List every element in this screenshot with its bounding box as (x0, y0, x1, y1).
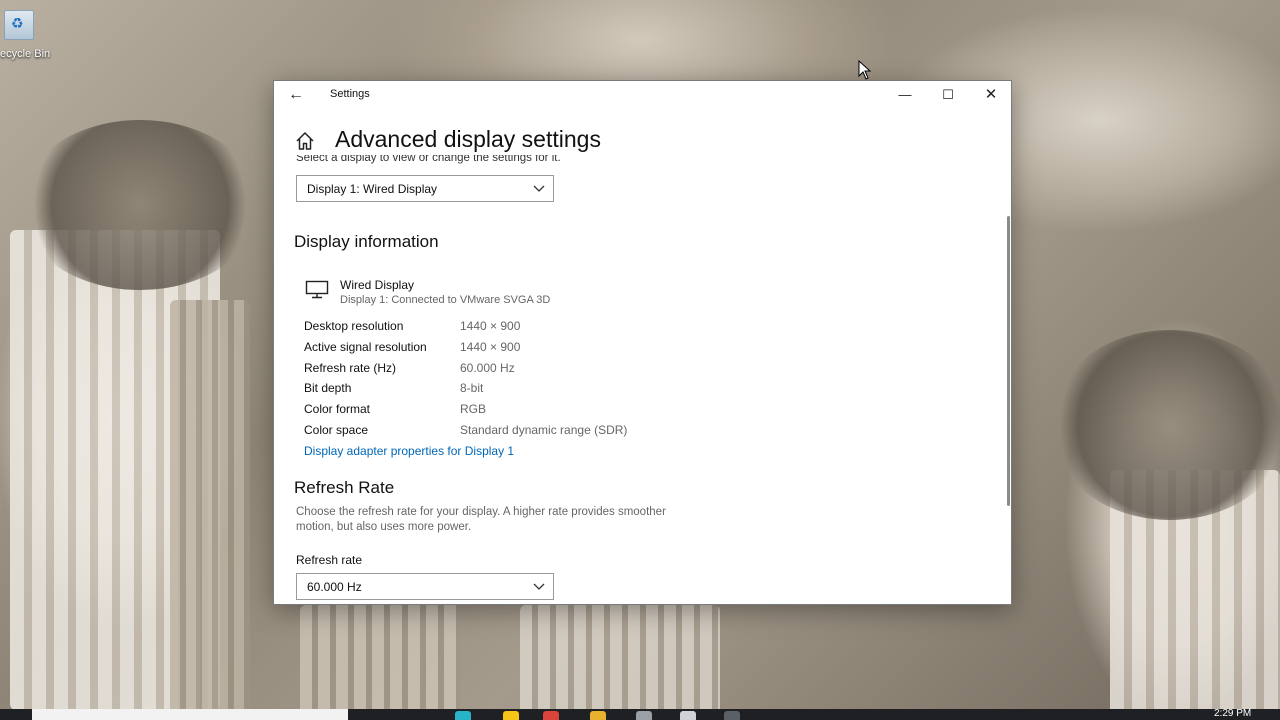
refresh-rate-description: Choose the refresh rate for your display… (296, 506, 666, 533)
property-label: Refresh rate (Hz) (304, 361, 397, 375)
display-adapter-properties-link[interactable]: Display adapter properties for Display 1 (304, 444, 514, 458)
edge-icon[interactable] (455, 711, 471, 720)
wallpaper-column-bottom (520, 605, 720, 715)
wallpaper-column-bottom-left (300, 605, 460, 715)
mouse-cursor-icon (858, 60, 872, 80)
chrome-icon[interactable] (543, 711, 559, 720)
refresh-rate-value: 60.000 Hz (307, 580, 362, 594)
settings-content: Advanced display settings Select a displ… (274, 81, 1011, 604)
mail-icon[interactable] (680, 711, 696, 720)
display-subtitle: Display 1: Connected to VMware SVGA 3D (340, 294, 551, 306)
display-select-value: Display 1: Wired Display (307, 182, 438, 196)
scrollbar-thumb[interactable] (1007, 216, 1010, 506)
property-row: Color space Standard dynamic range (SDR) (304, 423, 864, 441)
wallpaper-capital-right (1050, 330, 1280, 520)
property-row: Refresh rate (Hz) 60.000 Hz (304, 361, 864, 379)
wallpaper-capital-left (20, 120, 260, 290)
property-value: 1440 × 900 (460, 340, 521, 354)
recycle-bin-shortcut[interactable]: ♻ ecycle Bin (0, 6, 60, 62)
property-label: Active signal resolution (304, 340, 427, 354)
refresh-rate-label: Refresh rate (296, 553, 363, 567)
recycle-bin-label: ecycle Bin (0, 48, 51, 60)
property-value: RGB (460, 402, 487, 416)
refresh-rate-dropdown[interactable]: 60.000 Hz (296, 573, 554, 600)
settings-window: ← Settings — ☐ ✕ Advanced display settin… (273, 80, 1012, 605)
property-label: Bit depth (304, 381, 352, 395)
property-label: Color space (304, 423, 369, 437)
monitor-icon (305, 280, 329, 299)
display-name: Wired Display (340, 278, 415, 292)
property-value: 8-bit (460, 381, 484, 395)
property-value: 1440 × 900 (460, 319, 521, 333)
display-information-heading: Display information (294, 232, 439, 251)
home-icon[interactable] (294, 130, 316, 152)
recycle-bin-icon: ♻ (4, 10, 34, 40)
file-explorer-icon[interactable] (503, 711, 519, 720)
property-row: Desktop resolution 1440 × 900 (304, 319, 864, 337)
store-icon[interactable] (636, 711, 652, 720)
property-row: Bit depth 8-bit (304, 381, 864, 399)
property-label: Desktop resolution (304, 319, 404, 333)
wallpaper-column-left-inner (170, 300, 250, 720)
settings-gear-icon[interactable] (724, 711, 740, 720)
folder-icon[interactable] (590, 711, 606, 720)
refresh-rate-heading: Refresh Rate (294, 478, 395, 497)
chevron-down-icon (533, 185, 545, 192)
property-label: Color format (304, 402, 371, 416)
taskbar-clock[interactable]: 2:29 PM (1214, 709, 1251, 719)
taskbar: 2:29 PM (0, 709, 1280, 720)
select-display-prompt: Select a display to view or change the s… (296, 155, 561, 164)
property-value: Standard dynamic range (SDR) (460, 423, 628, 437)
property-row: Active signal resolution 1440 × 900 (304, 340, 864, 358)
page-title: Advanced display settings (335, 126, 601, 152)
property-value: 60.000 Hz (460, 361, 515, 375)
display-select-dropdown[interactable]: Display 1: Wired Display (296, 175, 554, 202)
property-row: Color format RGB (304, 402, 864, 420)
taskbar-search-box[interactable] (32, 709, 348, 720)
chevron-down-icon (533, 583, 545, 590)
